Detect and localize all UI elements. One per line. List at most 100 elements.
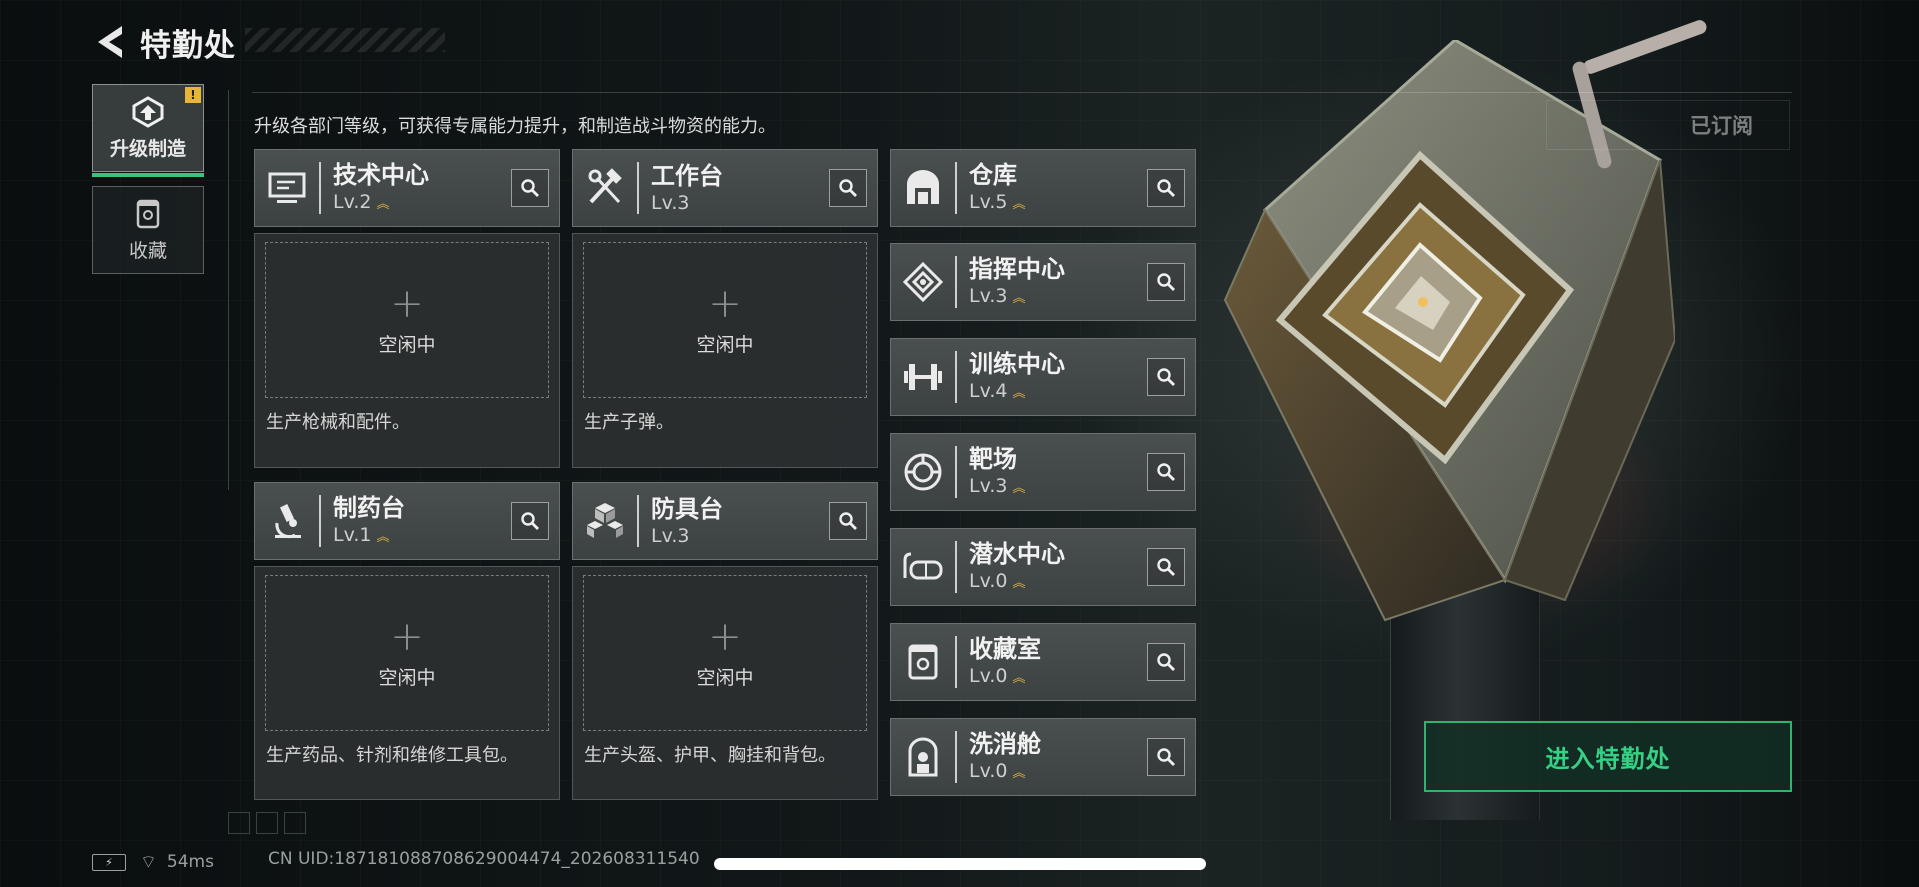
production-slot[interactable]: + 空闲中: [265, 242, 549, 398]
divider: [955, 162, 957, 214]
inspect-button[interactable]: [829, 502, 867, 540]
upgrade-available-icon: ︽: [1012, 480, 1025, 496]
upgrade-available-icon: ︽: [1012, 765, 1025, 781]
facility-command-center[interactable]: 指挥中心 Lv.3 ︽: [890, 243, 1196, 321]
command-center-icon: [903, 262, 943, 302]
add-icon: +: [390, 280, 424, 327]
facility-info: 洗消舱 Lv.0 ︽: [969, 729, 1147, 786]
warehouse-icon: [907, 170, 939, 204]
facility-info: 工作台 Lv.3: [651, 161, 829, 215]
inspect-button[interactable]: [1147, 263, 1185, 301]
enter-special-ops-button[interactable]: 进入特勤处: [1424, 721, 1792, 792]
inspect-button[interactable]: [1147, 738, 1185, 776]
subscribed-status: 已订阅: [1546, 100, 1790, 150]
facility-level: Lv.3 ︽: [969, 474, 1147, 501]
inspect-button[interactable]: [1147, 358, 1185, 396]
chevron-left-icon: [98, 26, 122, 58]
facility-level: Lv.3 ︽: [969, 284, 1147, 311]
facility-warehouse[interactable]: 仓库 Lv.5 ︽: [890, 149, 1196, 227]
slot-status: 空闲中: [378, 333, 436, 356]
facility-level: Lv.0 ︽: [969, 759, 1147, 786]
facility-info: 仓库 Lv.5 ︽: [969, 160, 1147, 217]
page-description: 升级各部门等级，可获得专属能力提升，和制造战斗物资的能力。: [254, 116, 776, 137]
upgrade-available-icon: ︽: [1012, 385, 1025, 401]
add-icon: +: [708, 613, 742, 660]
divider: [637, 162, 639, 214]
tab-collection[interactable]: 收藏: [92, 186, 204, 274]
production-slot[interactable]: + 空闲中: [583, 242, 867, 398]
facility-level: Lv.2 ︽: [333, 190, 511, 217]
level-text: Lv.5: [969, 190, 1008, 213]
facility-name: 技术中心: [333, 160, 429, 189]
facility-training-center[interactable]: 训练中心 Lv.4 ︽: [890, 338, 1196, 416]
production-description: 生产药品、针剂和维修工具包。: [266, 745, 518, 766]
facility-header-armor-bench[interactable]: 防具台 Lv.3: [572, 482, 878, 560]
magnifier-icon: [1157, 748, 1175, 766]
back-button[interactable]: [92, 22, 128, 62]
level-text: Lv.1: [333, 523, 372, 546]
production-description: 生产枪械和配件。: [266, 412, 410, 433]
facility-name: 训练中心: [969, 349, 1065, 378]
title-decoration: [245, 28, 445, 52]
divider: [319, 162, 321, 214]
facility-info: 潜水中心 Lv.0 ︽: [969, 539, 1147, 596]
divider: [955, 256, 957, 308]
battery-charging-icon: ⚡: [92, 853, 126, 871]
inspect-button[interactable]: [511, 169, 549, 207]
icon-box: [891, 433, 955, 511]
facility-diving-center[interactable]: 潜水中心 Lv.0 ︽: [890, 528, 1196, 606]
inspect-button[interactable]: [1147, 643, 1185, 681]
upgrade-icon: [132, 95, 164, 128]
inspect-button[interactable]: [1147, 169, 1185, 207]
production-slot[interactable]: + 空闲中: [265, 575, 549, 731]
icon-box: [891, 718, 955, 796]
production-slot[interactable]: + 空闲中: [583, 575, 867, 731]
top-bar: 特勤处: [92, 18, 236, 66]
slot-status: 空闲中: [696, 333, 754, 356]
slot-status: 空闲中: [696, 666, 754, 689]
tools-icon: [588, 168, 622, 204]
facility-info: 训练中心 Lv.4 ︽: [969, 349, 1147, 406]
level-text: Lv.0: [969, 759, 1008, 782]
facility-name: 靶场: [969, 444, 1017, 473]
facility-header-tech-center[interactable]: 技术中心 Lv.2 ︽: [254, 149, 560, 227]
facility-name: 潜水中心: [969, 539, 1065, 568]
facility-name: 收藏室: [969, 634, 1041, 663]
facility-name: 指挥中心: [969, 254, 1065, 283]
upgrade-available-icon: ︽: [376, 196, 389, 212]
facility-decon-pod[interactable]: 洗消舱 Lv.0 ︽: [890, 718, 1196, 796]
facility-level: Lv.5 ︽: [969, 190, 1147, 217]
production-panel-workbench: + 空闲中 生产子弹。: [572, 233, 878, 468]
upgrade-available-icon: ︽: [1012, 290, 1025, 306]
facility-collection-room[interactable]: 收藏室 Lv.0 ︽: [890, 623, 1196, 701]
facility-level: Lv.3: [651, 191, 829, 215]
facility-shooting-range[interactable]: 靶场 Lv.3 ︽: [890, 433, 1196, 511]
level-text: Lv.3: [969, 474, 1008, 497]
facility-info: 指挥中心 Lv.3 ︽: [969, 254, 1147, 311]
tab-label: 升级制造: [109, 137, 186, 160]
wifi-icon: ⌔: [140, 851, 157, 873]
facility-info: 靶场 Lv.3 ︽: [969, 444, 1147, 501]
facility-level: Lv.4 ︽: [969, 379, 1147, 406]
tab-label: 收藏: [128, 239, 167, 262]
tab-upgrade-manufacture[interactable]: ! 升级制造: [92, 84, 204, 177]
active-tab-indicator: [92, 173, 204, 177]
icon-box: [891, 149, 955, 227]
level-text: Lv.3: [651, 192, 690, 214]
icon-box: [891, 623, 955, 701]
decor-square: [228, 812, 250, 834]
user-id: CN UID:18718108870862900447​4_2026083115…: [268, 849, 700, 869]
facility-header-pharmacy[interactable]: 制药台 Lv.1 ︽: [254, 482, 560, 560]
home-indicator[interactable]: [714, 858, 1206, 870]
divider: [955, 636, 957, 688]
facility-name: 工作台: [651, 162, 723, 190]
inspect-button[interactable]: [511, 502, 549, 540]
facility-header-workbench[interactable]: 工作台 Lv.3: [572, 149, 878, 227]
inspect-button[interactable]: [829, 169, 867, 207]
display-case-icon: [908, 644, 938, 680]
level-text: Lv.3: [969, 284, 1008, 307]
facility-name: 防具台: [651, 495, 723, 523]
inspect-button[interactable]: [1147, 548, 1185, 586]
magnifier-icon: [1157, 179, 1175, 197]
inspect-button[interactable]: [1147, 453, 1185, 491]
